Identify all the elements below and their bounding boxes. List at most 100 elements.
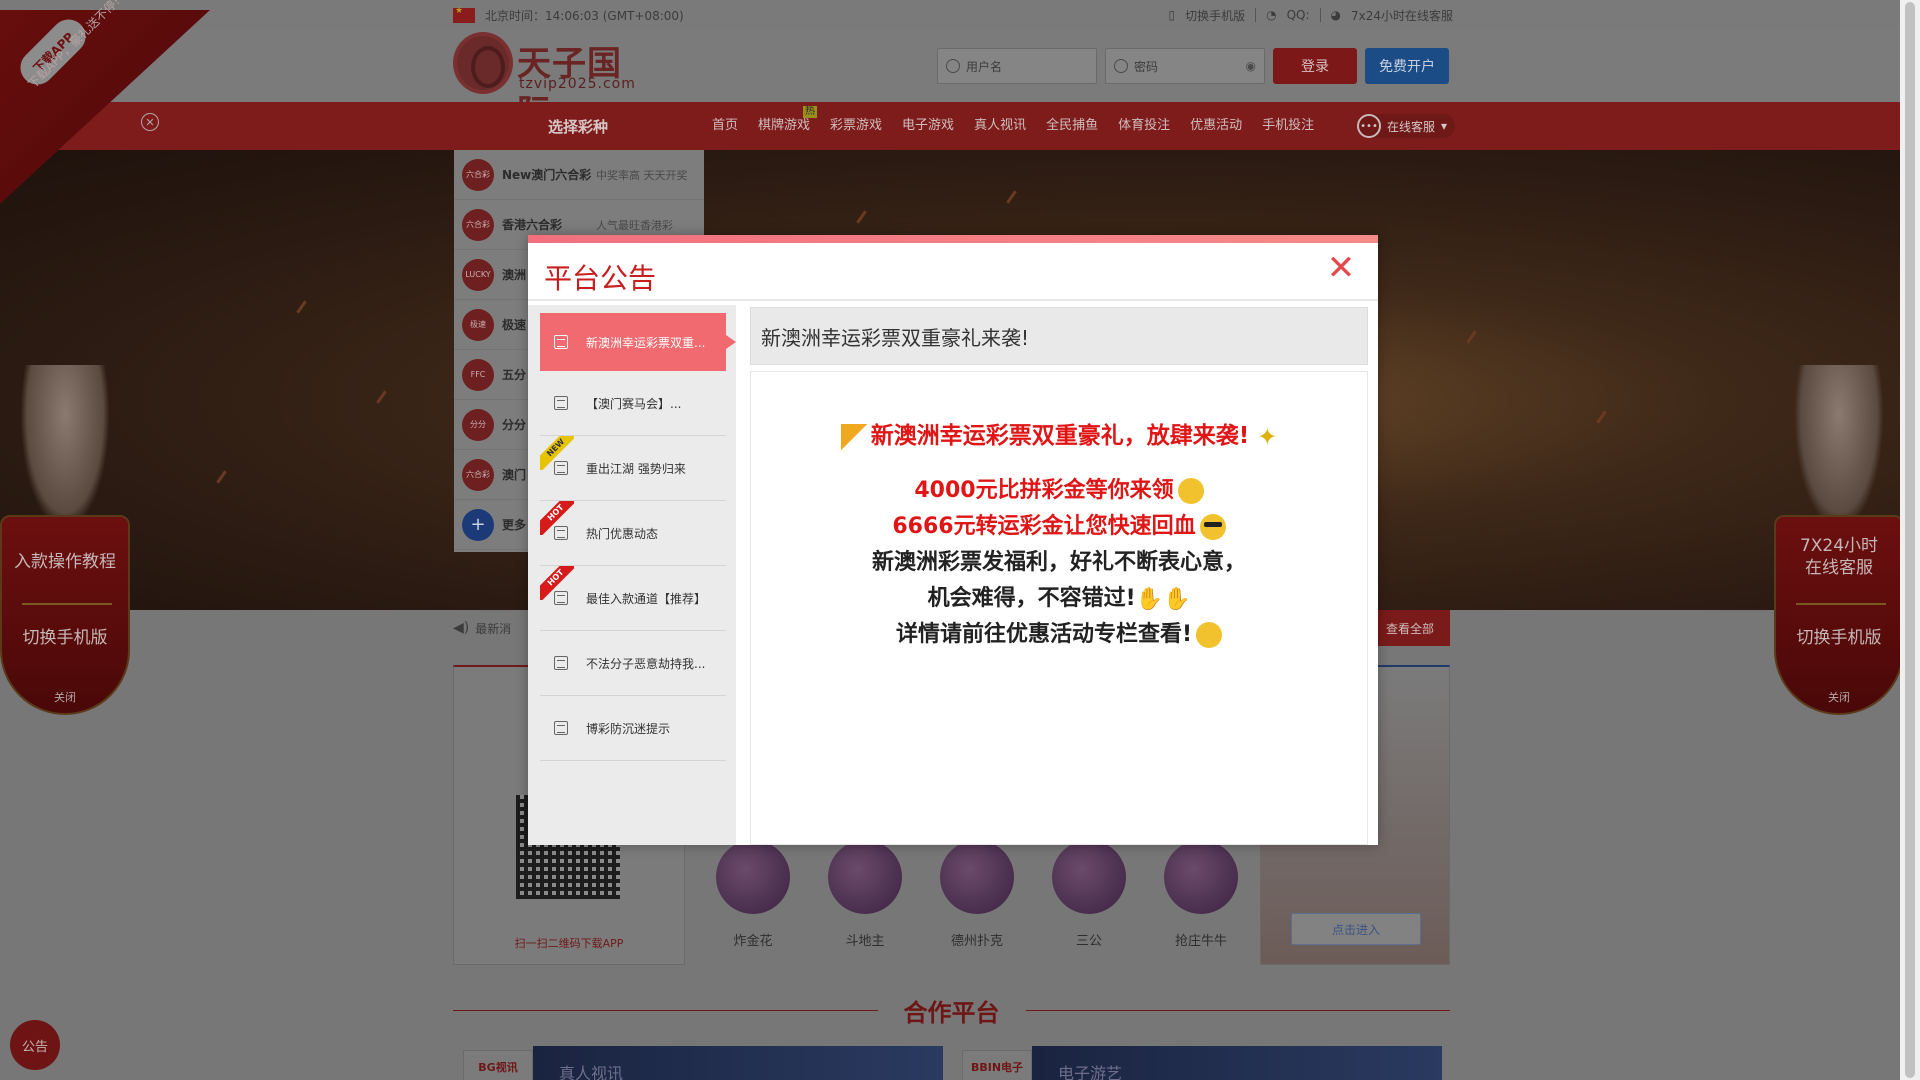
partner-card[interactable]: BBIN电子 电子游艺 [962, 1046, 1442, 1080]
register-button[interactable]: 免费开户 [1365, 48, 1449, 84]
site-header: 天子国际 tzvip2025.com 用户名 密码 ◉ 登录 免费开户 [0, 30, 1900, 133]
game-thumb [1052, 840, 1126, 914]
right-float-close[interactable]: 关闭 [1776, 689, 1902, 705]
partners-title: 合作平台 [453, 990, 1450, 1030]
lottery-icon: LUCKY [462, 258, 494, 291]
modal-header: 平台公告 ✕ [528, 243, 1378, 301]
sunglasses-emoji-icon [1199, 514, 1226, 540]
game-label: 德州扑克 [950, 934, 1003, 949]
enter-button[interactable]: 点击进入 [1291, 913, 1421, 945]
announcement-tab[interactable]: 新澳洲幸运彩票双重... [540, 313, 736, 371]
game-item[interactable]: 三公 [1033, 840, 1145, 960]
game-item[interactable]: 炸金花 [697, 840, 809, 960]
nav-sports[interactable]: 体育投注 [1108, 102, 1180, 150]
right-float-panel: 7X24小时 在线客服 切换手机版 关闭 [1774, 365, 1904, 715]
lottery-desc: 中奖率高 天天开奖 [596, 168, 688, 182]
partner-card[interactable]: BG视讯 真人视讯 [463, 1046, 943, 1080]
hot-badge: 热 [803, 106, 817, 118]
partner-caption: 真人视讯 [533, 1046, 943, 1080]
document-icon [554, 721, 568, 735]
headset-icon: ◕ [1330, 8, 1341, 22]
logo-url: tzvip2025.com [519, 76, 636, 92]
document-icon [554, 335, 568, 349]
switch-mobile-float-link[interactable]: 切换手机版 [1776, 623, 1902, 648]
game-thumb [828, 840, 902, 914]
announcement-tab-label: 不法分子恶意劫持我... [586, 656, 706, 671]
page-scrollbar[interactable] [1900, 0, 1920, 1080]
service-247-float-link[interactable]: 7X24小时 在线客服 [1776, 535, 1902, 579]
game-thumb [1164, 840, 1238, 914]
service-247-link[interactable]: 7x24小时在线客服 [1351, 7, 1453, 24]
announcement-tab[interactable]: 不法分子恶意劫持我... [540, 631, 726, 696]
announcement-line: 机会难得，不容错过! ✋✋ [927, 586, 1191, 612]
announcement-tab[interactable]: 【澳门赛马会】... [540, 371, 726, 436]
announcement-modal: 平台公告 ✕ 新澳洲幸运彩票双重... 【澳门赛马会】... NEW 重出江湖 … [528, 235, 1378, 845]
close-icon[interactable]: ✕ [141, 113, 159, 131]
announcement-line: 详情请前往优惠活动专栏查看! [751, 616, 1367, 648]
news-prefix: 最新消 [475, 621, 512, 636]
qq-label[interactable]: QQ: [1287, 8, 1310, 22]
login-button[interactable]: 登录 [1273, 48, 1357, 84]
eye-icon[interactable]: ◉ [1246, 59, 1256, 73]
announcement-tab[interactable]: HOT 热门优惠动态 [540, 501, 726, 566]
hostess-image [1794, 365, 1884, 530]
partner-caption: 电子游艺 [1032, 1046, 1442, 1080]
announcement-tab-label: 新澳洲幸运彩票双重... [586, 335, 706, 350]
close-icon[interactable]: ✕ [1326, 251, 1356, 285]
announcement-content: 新澳洲幸运彩票双重豪礼来袭! 新澳洲幸运彩票双重豪礼，放肆来袭! ✦ 4000元比… [750, 307, 1368, 845]
smiling-emoji-icon [1196, 622, 1223, 648]
deposit-tutorial-link[interactable]: 入款操作教程 [2, 547, 128, 572]
plus-icon: + [462, 508, 494, 541]
switch-mobile-float-link[interactable]: 切换手机版 [2, 623, 128, 648]
right-float-card: 7X24小时 在线客服 切换手机版 关闭 [1774, 515, 1904, 715]
view-all-button[interactable]: 查看全部 [1370, 610, 1450, 646]
announcement-tabs: 新澳洲幸运彩票双重... 【澳门赛马会】... NEW 重出江湖 强势归来 HO… [528, 305, 736, 845]
site-logo[interactable]: 天子国际 tzvip2025.com [453, 32, 653, 133]
announcement-tab-label: 【澳门赛马会】... [586, 396, 682, 411]
pick-lottery[interactable]: 选择彩种 [453, 102, 703, 150]
nav-live[interactable]: 真人视讯 [964, 102, 1036, 150]
username-field[interactable]: 用户名 [937, 48, 1097, 84]
left-float-close[interactable]: 关闭 [2, 689, 128, 705]
nav-fishing[interactable]: 全民捕鱼 [1036, 102, 1108, 150]
nav-slots[interactable]: 电子游戏 [892, 102, 964, 150]
announcement-tab[interactable]: 博彩防沉迷提示 [540, 696, 726, 761]
lottery-icon: 六合彩 [462, 208, 494, 241]
game-item[interactable]: 斗地主 [809, 840, 921, 960]
notice-button[interactable]: 公告 [10, 1020, 60, 1070]
switch-mobile-link[interactable]: 切换手机版 [1185, 7, 1245, 24]
lottery-item[interactable]: 六合彩 New澳门六合彩 中奖率高 天天开奖 [454, 150, 704, 200]
nav-promotions[interactable]: 优惠活动 [1180, 102, 1252, 150]
raised-hands-icon: ✋✋ [1135, 586, 1191, 612]
password-placeholder: 密码 [1134, 59, 1159, 74]
document-icon [554, 461, 568, 475]
modal-title: 平台公告 [544, 262, 657, 295]
announcement-tab[interactable]: NEW 重出江湖 强势归来 [540, 436, 726, 501]
china-flag-icon [453, 6, 475, 23]
online-service-label: 在线客服 [1387, 119, 1436, 134]
download-app-corner[interactable]: 下载APP 下载APP，豪礼送不停! ✕ [0, 0, 210, 260]
online-service-button[interactable]: ••• 在线客服 ▾ [1357, 114, 1456, 138]
announcement-line: 新澳洲彩票发福利，好礼不断表心意， [871, 550, 1246, 575]
game-list: 炸金花 斗地主 德州扑克 三公 抢庄牛牛 [697, 840, 1257, 960]
nav-lottery[interactable]: 彩票游戏 [820, 102, 892, 150]
document-icon [554, 591, 568, 605]
announcement-tab-label: 热门优惠动态 [586, 526, 659, 541]
announcement-line: 6666元转运彩金让您快速回血 [751, 508, 1367, 540]
scrollbar-thumb[interactable] [1905, 2, 1915, 1078]
nav-home[interactable]: 首页 [702, 102, 748, 150]
partners-title-text: 合作平台 [903, 998, 1000, 1027]
speaker-icon: ◀) [453, 620, 470, 636]
announcement-tab[interactable]: HOT 最佳入款通道【推荐】 [540, 566, 726, 631]
document-icon [554, 656, 568, 670]
announcement-tab-label: 最佳入款通道【推荐】 [586, 591, 707, 606]
game-item[interactable]: 抢庄牛牛 [1145, 840, 1257, 960]
hostess-image [20, 365, 110, 530]
login-form: 用户名 密码 ◉ 登录 免费开户 [937, 48, 1449, 84]
game-item[interactable]: 德州扑克 [921, 840, 1033, 960]
nav-mobile[interactable]: 手机投注 [1252, 102, 1324, 150]
announcement-tab-label: 博彩防沉迷提示 [586, 721, 671, 736]
game-label: 炸金花 [733, 934, 773, 949]
password-field[interactable]: 密码 ◉ [1105, 48, 1265, 84]
game-label: 斗地主 [845, 934, 885, 949]
